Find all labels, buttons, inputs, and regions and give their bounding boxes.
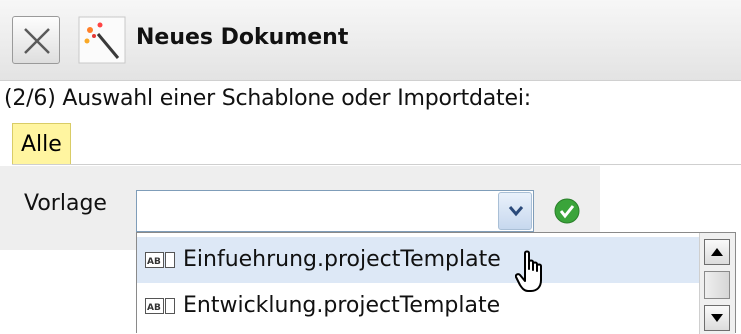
text-field-icon: AB xyxy=(145,252,175,268)
svg-text:AB: AB xyxy=(147,257,161,267)
close-button[interactable] xyxy=(12,16,60,64)
scroll-up-button[interactable] xyxy=(704,239,730,265)
chevron-down-icon xyxy=(508,206,524,217)
arrow-up-icon xyxy=(711,248,723,256)
close-icon xyxy=(24,28,50,54)
hand-cursor-icon xyxy=(515,250,542,292)
list-item-label: Einfuehrung.projectTemplate xyxy=(183,247,501,272)
scroll-thumb[interactable] xyxy=(704,271,730,299)
list-item[interactable]: AB Entwicklung.projectTemplate xyxy=(137,283,699,329)
list-item-label: Entwicklung.projectTemplate xyxy=(183,293,501,318)
tab-strip: Alle xyxy=(0,123,741,165)
title-bar: Neues Dokument xyxy=(0,0,741,81)
arrow-down-icon xyxy=(711,314,723,322)
tab-alle[interactable]: Alle xyxy=(12,123,71,165)
template-input[interactable] xyxy=(139,193,497,229)
dialog-title: Neues Dokument xyxy=(136,25,349,50)
scroll-down-button[interactable] xyxy=(704,305,730,331)
check-ok-icon xyxy=(554,198,580,224)
template-combobox[interactable] xyxy=(136,190,534,232)
svg-text:AB: AB xyxy=(147,303,161,313)
list-item[interactable]: AB Einfuehrung.projectTemplate xyxy=(137,237,699,283)
step-instruction: (2/6) Auswahl einer Schablone oder Impor… xyxy=(4,86,531,111)
text-field-icon: AB xyxy=(145,298,175,314)
dropdown-toggle-button[interactable] xyxy=(498,192,532,230)
tab-divider xyxy=(12,164,741,165)
template-field-label: Vorlage xyxy=(24,191,107,216)
template-dropdown-list: AB Einfuehrung.projectTemplate AB Entwic… xyxy=(136,232,736,334)
magic-wand-icon xyxy=(78,16,126,64)
dropdown-scrollbar[interactable] xyxy=(699,233,735,334)
